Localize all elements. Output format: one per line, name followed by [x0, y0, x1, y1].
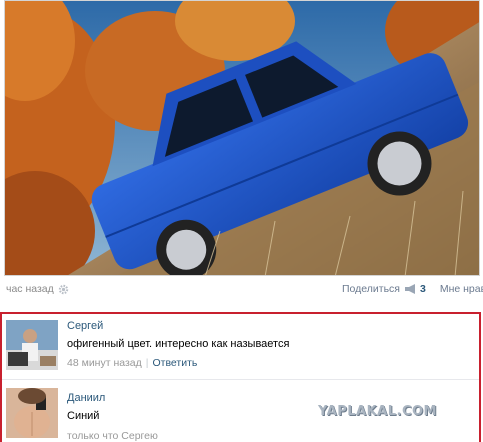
like-button[interactable]: Мне нрав: [440, 283, 483, 295]
comments-list: Сергей офигенный цвет. интересно как наз…: [0, 312, 481, 442]
megaphone-icon: [404, 284, 417, 294]
comment-time[interactable]: 48 минут назад: [67, 357, 142, 369]
post-time[interactable]: час назад: [6, 283, 54, 295]
car-photo-illustration: [5, 1, 479, 275]
gear-icon[interactable]: [58, 284, 69, 295]
post-meta-bar: час назад Поделиться 3 Мне нрав: [6, 283, 483, 299]
comment-separator: |: [145, 357, 149, 369]
comment-time[interactable]: только что Сергею: [67, 430, 158, 442]
watermark-logo: YAPLAKAL.COM: [318, 404, 437, 419]
reply-button[interactable]: Ответить: [153, 357, 198, 369]
comment-text: Синий: [67, 410, 100, 422]
avatar[interactable]: [6, 388, 58, 438]
comment-item: Сергей офигенный цвет. интересно как наз…: [2, 314, 479, 380]
avatar[interactable]: [6, 320, 58, 370]
comment-author[interactable]: Сергей: [67, 320, 103, 332]
share-button[interactable]: Поделиться: [342, 283, 400, 295]
comment-author[interactable]: Даниил: [67, 392, 105, 404]
share-count: 3: [419, 283, 426, 295]
comment-meta: 48 минут назад | Ответить: [67, 357, 197, 369]
post-photo[interactable]: [4, 0, 480, 276]
comment-text: офигенный цвет. интересно как называется: [67, 338, 290, 350]
